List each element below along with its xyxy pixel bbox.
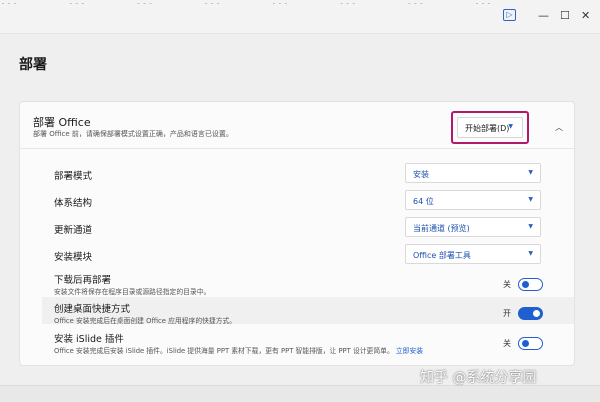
install-module-value: Office 部署工具 [413, 251, 471, 260]
desktop-shortcut-state: 开 [503, 309, 511, 318]
chevron-down-icon: ▼ [528, 250, 533, 257]
toggle-knob [522, 340, 529, 347]
desktop-shortcut-desc: Office 安装完成后在桌面创建 Office 应用程序的快捷方式。 [54, 317, 237, 325]
toggle-knob [522, 281, 529, 288]
islide-plugin-state: 关 [503, 339, 511, 348]
start-deploy-button[interactable]: 开始部署(D) ▼ [457, 117, 523, 138]
islide-plugin-toggle[interactable] [518, 337, 543, 350]
download-first-state: 关 [503, 280, 511, 289]
update-channel-select[interactable]: 当前通道 (预览) ▼ [405, 217, 541, 237]
watermark: 知乎 @系统分享园 [420, 370, 537, 386]
update-channel-label: 更新通道 [54, 225, 93, 236]
desktop-shortcut-toggle[interactable] [518, 307, 543, 320]
chevron-down-icon: ▼ [528, 169, 533, 176]
chevron-down-icon: ▼ [528, 223, 533, 230]
panel-title: 部署 Office [33, 116, 91, 129]
deploy-mode-label: 部署模式 [54, 171, 93, 182]
next-panel-edge [0, 385, 600, 402]
download-first-toggle[interactable] [518, 278, 543, 291]
page-title: 部署 [19, 57, 47, 73]
download-first-label: 下载后再部署 [54, 275, 112, 286]
install-now-link[interactable]: 立即安装 [396, 347, 423, 355]
panel-subtitle: 部署 Office 前，请确保部署模式设置正确，产品和语言已设置。 [33, 130, 233, 138]
architecture-value: 64 位 [413, 197, 434, 206]
desktop-shortcut-label: 创建桌面快捷方式 [54, 304, 131, 315]
close-icon[interactable]: ✕ [581, 9, 590, 22]
install-module-label: 安装模块 [54, 252, 93, 263]
chevron-up-icon[interactable]: ︿ [555, 122, 563, 133]
chevron-down-icon[interactable]: ▼ [508, 123, 513, 130]
download-first-desc: 安装文件将保存在程序目录或源路径指定的目录中。 [54, 288, 211, 296]
architecture-select[interactable]: 64 位 ▼ [405, 190, 541, 210]
deploy-mode-value: 安装 [413, 170, 429, 179]
islide-plugin-desc: Office 安装完成后安装 iSlide 插件。iSlide 提供海量 PPT… [54, 345, 423, 355]
maximize-icon[interactable]: ☐ [560, 9, 570, 22]
islide-plugin-label: 安装 iSlide 插件 [54, 334, 124, 345]
panel-header[interactable]: 部署 Office 部署 Office 前，请确保部署模式设置正确，产品和语言已… [20, 102, 574, 149]
partial-title-text: … … … … … … … … … … … [0, 0, 500, 4]
minimize-icon[interactable]: — [538, 9, 549, 22]
architecture-label: 体系结构 [54, 198, 93, 209]
install-module-select[interactable]: Office 部署工具 ▼ [405, 244, 541, 264]
chevron-down-icon: ▼ [528, 196, 533, 203]
panel-toggle-icon[interactable]: ▷ [503, 9, 516, 21]
toggle-knob [533, 310, 540, 317]
deploy-mode-select[interactable]: 安装 ▼ [405, 163, 541, 183]
title-bar: … … … … … … … … … … … ▷ — ☐ ✕ [0, 0, 600, 34]
deploy-office-panel: 部署 Office 部署 Office 前，请确保部署模式设置正确，产品和语言已… [19, 101, 575, 366]
islide-plugin-desc-text: Office 安装完成后安装 iSlide 插件。iSlide 提供海量 PPT… [54, 347, 394, 355]
start-deploy-label: 开始部署(D) [465, 124, 510, 133]
update-channel-value: 当前通道 (预览) [413, 224, 470, 233]
